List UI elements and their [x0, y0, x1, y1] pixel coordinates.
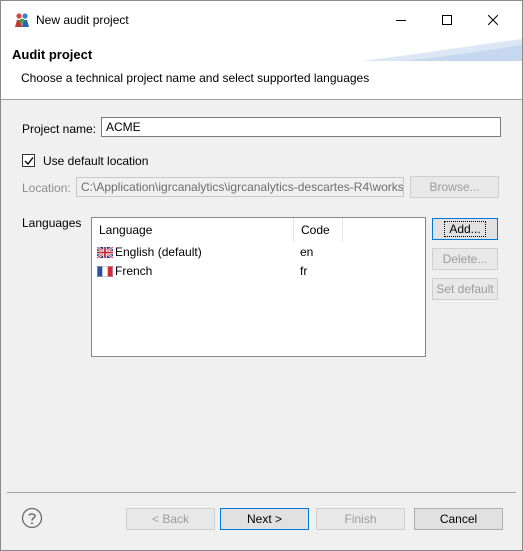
delete-language-button[interactable]: Delete...: [432, 248, 498, 270]
table-row[interactable]: English (default) en: [92, 243, 425, 261]
table-header: Language Code: [92, 218, 425, 242]
project-name-input[interactable]: ACME: [101, 117, 501, 137]
close-button[interactable]: [470, 1, 516, 39]
language-name: English (default): [115, 245, 202, 259]
maximize-icon: [442, 15, 452, 25]
location-input[interactable]: C:\Application\igrcanalytics\igrcanalyti…: [76, 177, 404, 197]
france-flag-icon: [97, 265, 113, 277]
column-header-code[interactable]: Code: [294, 218, 343, 242]
set-default-language-button[interactable]: Set default: [432, 278, 498, 300]
column-header-language[interactable]: Language: [92, 218, 294, 242]
help-icon[interactable]: [21, 507, 43, 529]
languages-label: Languages: [22, 216, 82, 230]
project-name-label: Project name:: [22, 122, 97, 136]
cancel-button[interactable]: Cancel: [414, 508, 503, 530]
add-language-label: Add...: [444, 221, 486, 237]
language-cell: French: [97, 262, 152, 280]
languages-table[interactable]: Language Code English (default) en Frenc…: [91, 217, 426, 357]
wizard-page-description: Choose a technical project name and sele…: [21, 71, 370, 85]
language-cell: English (default): [97, 243, 202, 261]
use-default-location-label[interactable]: Use default location: [43, 154, 148, 168]
language-code: en: [300, 245, 314, 259]
browse-button[interactable]: Browse...: [410, 176, 499, 198]
footer-separator: [7, 492, 516, 493]
wizard-page-title: Audit project: [12, 47, 93, 62]
back-button[interactable]: < Back: [126, 508, 215, 530]
banner-decoration: [362, 39, 522, 61]
add-language-button[interactable]: Add...: [432, 218, 498, 240]
next-button[interactable]: Next >: [220, 508, 309, 530]
table-row[interactable]: French fr: [92, 262, 425, 280]
new-audit-project-dialog: New audit project Audit project Choose a…: [0, 0, 523, 551]
checkmark-icon: [24, 156, 34, 165]
location-label: Location:: [22, 181, 71, 195]
maximize-button[interactable]: [424, 1, 470, 39]
window-title: New audit project: [36, 13, 129, 27]
finish-button[interactable]: Finish: [316, 508, 405, 530]
language-code: fr: [300, 264, 308, 278]
wizard-banner: Audit project Choose a technical project…: [1, 39, 522, 100]
title-bar: New audit project: [1, 1, 522, 39]
close-icon: [488, 15, 498, 25]
minimize-button[interactable]: [378, 1, 424, 39]
minimize-icon: [396, 20, 406, 21]
uk-flag-icon: [97, 246, 113, 258]
use-default-location-checkbox[interactable]: [22, 154, 35, 167]
language-name: French: [115, 264, 153, 278]
app-icon: [15, 13, 29, 27]
